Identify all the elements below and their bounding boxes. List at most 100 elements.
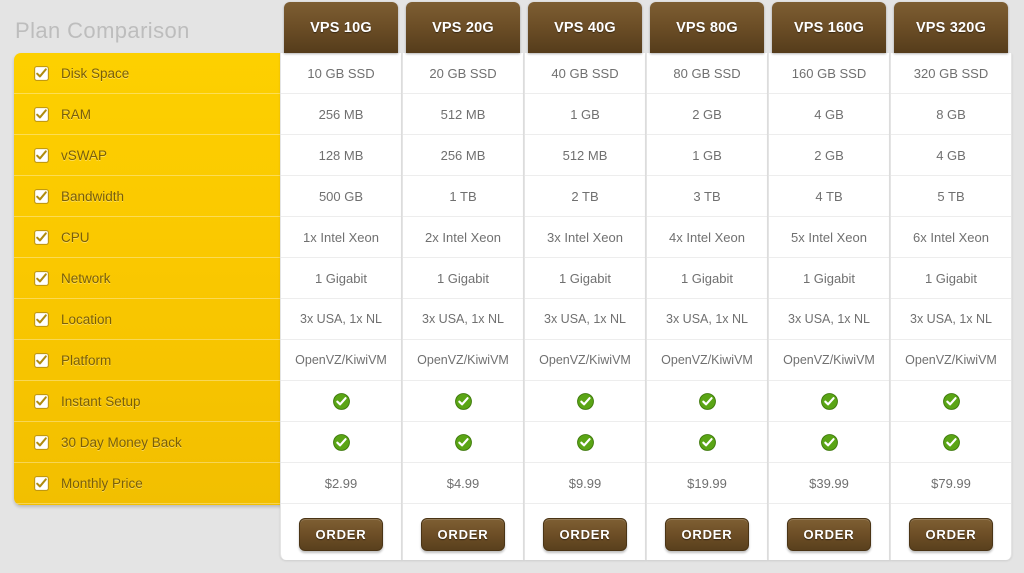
checkbox-checked-icon [34, 352, 49, 368]
cell-bandwidth: 4 TB [769, 176, 889, 217]
plan-column-body: 20 GB SSD 512 MB 256 MB 1 TB 2x Intel Xeon 1 … [402, 53, 524, 560]
order-cell: ORDER [891, 504, 1011, 564]
plan-column: 10 GB SSD 256 MB 128 MB 500 GB 1x Intel Xeon… [280, 0, 402, 562]
order-cell: ORDER [525, 504, 645, 564]
cell-vswap: 256 MB [403, 135, 523, 176]
green-check-icon [820, 392, 838, 410]
sidebar-feature-row: RAM [14, 94, 295, 135]
plan-header[interactable]: VPS 320G [894, 2, 1008, 53]
cell-disk-space: 80 GB SSD [647, 53, 767, 94]
cell-vswap: 1 GB [647, 135, 767, 176]
cell-cpu: 2x Intel Xeon [403, 217, 523, 258]
sidebar-feature-label: Monthly Price [61, 475, 143, 491]
order-cell: ORDER [403, 504, 523, 564]
order-button[interactable]: ORDER [542, 517, 628, 551]
sidebar-feature-label: Network [61, 270, 111, 286]
plan-column-body: 80 GB SSD 2 GB 1 GB 3 TB 4x Intel Xeon 1 Giga… [646, 53, 768, 560]
cell-monthly-price: $39.99 [769, 463, 889, 504]
sidebar-feature-label: 30 Day Money Back [61, 434, 182, 450]
checkbox-checked-icon [34, 393, 49, 409]
order-button[interactable]: ORDER [298, 517, 384, 551]
sidebar-feature-row: Disk Space [14, 53, 295, 94]
green-check-icon [332, 392, 350, 410]
cell-instant-setup [525, 381, 645, 422]
cell-money-back [769, 422, 889, 463]
cell-location: 3x USA, 1x NL [647, 299, 767, 340]
cell-money-back [281, 422, 401, 463]
green-check-icon [698, 433, 716, 451]
cell-bandwidth: 2 TB [525, 176, 645, 217]
cell-money-back [891, 422, 1011, 463]
cell-ram: 256 MB [281, 94, 401, 135]
plan-header[interactable]: VPS 80G [650, 2, 764, 53]
cell-vswap: 128 MB [281, 135, 401, 176]
cell-location: 3x USA, 1x NL [891, 299, 1011, 340]
checkbox-checked-icon [34, 65, 49, 81]
cell-monthly-price: $9.99 [525, 463, 645, 504]
cell-disk-space: 160 GB SSD [769, 53, 889, 94]
checkbox-checked-icon [34, 475, 49, 491]
cell-location: 3x USA, 1x NL [403, 299, 523, 340]
cell-platform: OpenVZ/KiwiVM [525, 340, 645, 381]
green-check-icon [576, 433, 594, 451]
plan-column: 80 GB SSD 2 GB 1 GB 3 TB 4x Intel Xeon 1 Giga… [646, 0, 768, 562]
plan-header[interactable]: VPS 20G [406, 2, 520, 53]
feature-sidebar: Disk Space RAM vSWAP Bandwidth CPU Network Loc… [14, 53, 295, 505]
cell-bandwidth: 500 GB [281, 176, 401, 217]
cell-cpu: 5x Intel Xeon [769, 217, 889, 258]
cell-ram: 1 GB [525, 94, 645, 135]
plan-column: 20 GB SSD 512 MB 256 MB 1 TB 2x Intel Xeon 1 … [402, 0, 524, 562]
green-check-icon [454, 392, 472, 410]
sidebar-feature-label: Instant Setup [61, 393, 141, 409]
checkbox-checked-icon [34, 106, 49, 122]
sidebar-feature-label: Bandwidth [61, 188, 125, 204]
cell-monthly-price: $2.99 [281, 463, 401, 504]
cell-disk-space: 10 GB SSD [281, 53, 401, 94]
cell-network: 1 Gigabit [403, 258, 523, 299]
order-button[interactable]: ORDER [908, 517, 994, 551]
sidebar-feature-label: Disk Space [61, 65, 130, 81]
order-button[interactable]: ORDER [420, 517, 506, 551]
sidebar-feature-row: 30 Day Money Back [14, 422, 295, 463]
cell-instant-setup [647, 381, 767, 422]
plan-header[interactable]: VPS 10G [284, 2, 398, 53]
cell-platform: OpenVZ/KiwiVM [891, 340, 1011, 381]
plans-comparison-table: 10 GB SSD 256 MB 128 MB 500 GB 1x Intel Xeon… [280, 0, 1013, 562]
cell-vswap: 512 MB [525, 135, 645, 176]
cell-ram: 8 GB [891, 94, 1011, 135]
cell-disk-space: 40 GB SSD [525, 53, 645, 94]
cell-vswap: 4 GB [891, 135, 1011, 176]
plan-column-body: 40 GB SSD 1 GB 512 MB 2 TB 3x Intel Xeon 1 Gi… [524, 53, 646, 560]
checkbox-checked-icon [34, 434, 49, 450]
plan-column-body: 160 GB SSD 4 GB 2 GB 4 TB 5x Intel Xeon 1 Gig… [768, 53, 890, 560]
cell-money-back [647, 422, 767, 463]
sidebar-feature-row: Bandwidth [14, 176, 295, 217]
cell-bandwidth: 1 TB [403, 176, 523, 217]
cell-money-back [525, 422, 645, 463]
order-button[interactable]: ORDER [664, 517, 750, 551]
green-check-icon [332, 433, 350, 451]
green-check-icon [576, 392, 594, 410]
order-cell: ORDER [647, 504, 767, 564]
cell-network: 1 Gigabit [769, 258, 889, 299]
cell-platform: OpenVZ/KiwiVM [647, 340, 767, 381]
sidebar-feature-row: CPU [14, 217, 295, 258]
plan-column: 320 GB SSD 8 GB 4 GB 5 TB 6x Intel Xeon 1 Gig… [890, 0, 1012, 562]
order-cell: ORDER [281, 504, 401, 564]
cell-network: 1 Gigabit [525, 258, 645, 299]
order-button[interactable]: ORDER [786, 517, 872, 551]
checkbox-checked-icon [34, 270, 49, 286]
cell-ram: 512 MB [403, 94, 523, 135]
cell-location: 3x USA, 1x NL [525, 299, 645, 340]
cell-instant-setup [403, 381, 523, 422]
sidebar-feature-row: Instant Setup [14, 381, 295, 422]
cell-money-back [403, 422, 523, 463]
plan-header[interactable]: VPS 160G [772, 2, 886, 53]
green-check-icon [942, 433, 960, 451]
cell-ram: 2 GB [647, 94, 767, 135]
green-check-icon [698, 392, 716, 410]
sidebar-feature-label: CPU [61, 229, 90, 245]
sidebar-feature-row: vSWAP [14, 135, 295, 176]
plan-header[interactable]: VPS 40G [528, 2, 642, 53]
checkbox-checked-icon [34, 188, 49, 204]
